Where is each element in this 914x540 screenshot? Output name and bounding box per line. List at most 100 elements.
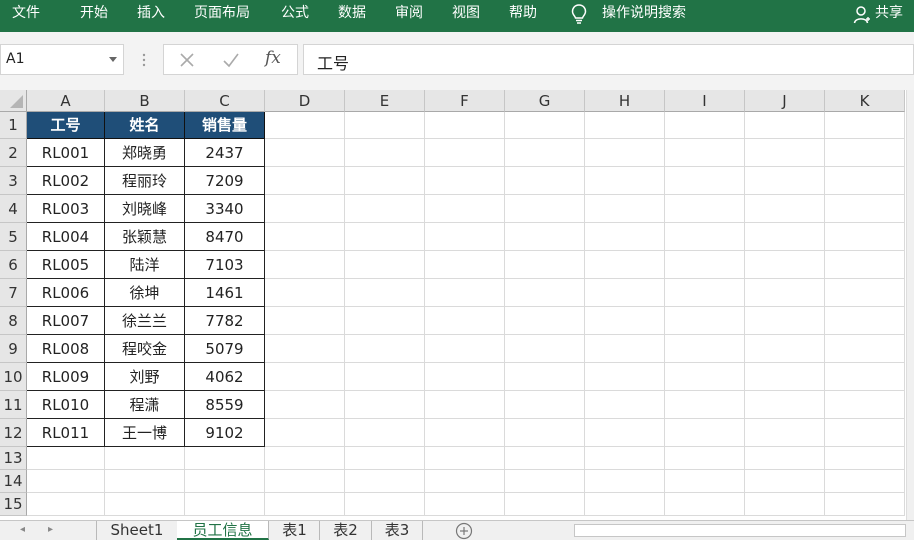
cell-j5[interactable] xyxy=(745,223,825,251)
chevron-down-icon[interactable] xyxy=(109,57,117,62)
cell-a14[interactable] xyxy=(27,470,105,493)
cell-k7[interactable] xyxy=(825,279,905,307)
cell-h5[interactable] xyxy=(585,223,665,251)
cell-j4[interactable] xyxy=(745,195,825,223)
cell-b13[interactable] xyxy=(105,447,185,470)
cell-i12[interactable] xyxy=(665,419,745,447)
cell-e12[interactable] xyxy=(345,419,425,447)
cell-d10[interactable] xyxy=(265,363,345,391)
cell-i2[interactable] xyxy=(665,139,745,167)
cell-a9[interactable]: RL008 xyxy=(27,335,105,363)
tab-help[interactable]: 帮助 xyxy=(509,4,537,22)
cell-e1[interactable] xyxy=(345,112,425,139)
enter-check-icon[interactable] xyxy=(220,49,242,71)
cell-c8[interactable]: 7782 xyxy=(185,307,265,335)
cell-a2[interactable]: RL001 xyxy=(27,139,105,167)
cell-b8[interactable]: 徐兰兰 xyxy=(105,307,185,335)
cell-i5[interactable] xyxy=(665,223,745,251)
sheet-tab-employee-info[interactable]: 员工信息 xyxy=(177,521,269,540)
column-header-f[interactable]: F xyxy=(425,90,505,112)
cell-a4[interactable]: RL003 xyxy=(27,195,105,223)
cell-b9[interactable]: 程咬金 xyxy=(105,335,185,363)
cell-k8[interactable] xyxy=(825,307,905,335)
cell-h9[interactable] xyxy=(585,335,665,363)
cell-d14[interactable] xyxy=(265,470,345,493)
cell-e10[interactable] xyxy=(345,363,425,391)
cell-g15[interactable] xyxy=(505,493,585,516)
cell-a3[interactable]: RL002 xyxy=(27,167,105,195)
cell-j15[interactable] xyxy=(745,493,825,516)
cell-d7[interactable] xyxy=(265,279,345,307)
cell-d3[interactable] xyxy=(265,167,345,195)
cell-j9[interactable] xyxy=(745,335,825,363)
row-header-8[interactable]: 8 xyxy=(0,307,27,335)
cell-j1[interactable] xyxy=(745,112,825,139)
cell-g4[interactable] xyxy=(505,195,585,223)
cell-k15[interactable] xyxy=(825,493,905,516)
cell-b1[interactable]: 姓名 xyxy=(105,112,185,139)
next-sheet-icon[interactable]: ▸ xyxy=(48,524,53,535)
cell-g12[interactable] xyxy=(505,419,585,447)
cell-d11[interactable] xyxy=(265,391,345,419)
cell-h10[interactable] xyxy=(585,363,665,391)
tab-file[interactable]: 文件 xyxy=(12,4,40,22)
cell-d1[interactable] xyxy=(265,112,345,139)
cell-b14[interactable] xyxy=(105,470,185,493)
cell-g11[interactable] xyxy=(505,391,585,419)
cell-g6[interactable] xyxy=(505,251,585,279)
cell-h15[interactable] xyxy=(585,493,665,516)
column-header-c[interactable]: C xyxy=(185,90,265,112)
column-header-k[interactable]: K xyxy=(825,90,905,112)
cell-e15[interactable] xyxy=(345,493,425,516)
cell-h3[interactable] xyxy=(585,167,665,195)
share-button[interactable]: 共享 xyxy=(875,4,903,22)
cell-e2[interactable] xyxy=(345,139,425,167)
row-header-5[interactable]: 5 xyxy=(0,223,27,251)
cell-i14[interactable] xyxy=(665,470,745,493)
cell-c5[interactable]: 8470 xyxy=(185,223,265,251)
cell-j13[interactable] xyxy=(745,447,825,470)
cell-h8[interactable] xyxy=(585,307,665,335)
cell-a10[interactable]: RL009 xyxy=(27,363,105,391)
cell-b7[interactable]: 徐坤 xyxy=(105,279,185,307)
cell-k10[interactable] xyxy=(825,363,905,391)
cell-b10[interactable]: 刘野 xyxy=(105,363,185,391)
name-box[interactable]: A1 xyxy=(0,44,124,75)
row-header-2[interactable]: 2 xyxy=(0,139,27,167)
cell-c10[interactable]: 4062 xyxy=(185,363,265,391)
cell-f8[interactable] xyxy=(425,307,505,335)
insert-function-button[interactable]: fx xyxy=(265,48,281,68)
cell-a13[interactable] xyxy=(27,447,105,470)
cell-i13[interactable] xyxy=(665,447,745,470)
row-header-13[interactable]: 13 xyxy=(0,447,27,470)
row-header-3[interactable]: 3 xyxy=(0,167,27,195)
cell-k9[interactable] xyxy=(825,335,905,363)
cell-g8[interactable] xyxy=(505,307,585,335)
select-all-button[interactable] xyxy=(0,90,27,112)
cell-i10[interactable] xyxy=(665,363,745,391)
cell-k14[interactable] xyxy=(825,470,905,493)
column-header-j[interactable]: J xyxy=(745,90,825,112)
cell-e6[interactable] xyxy=(345,251,425,279)
cell-e9[interactable] xyxy=(345,335,425,363)
formula-input[interactable]: 工号 xyxy=(303,44,914,75)
cell-j12[interactable] xyxy=(745,419,825,447)
cell-c15[interactable] xyxy=(185,493,265,516)
cell-k11[interactable] xyxy=(825,391,905,419)
row-header-10[interactable]: 10 xyxy=(0,363,27,391)
cell-f3[interactable] xyxy=(425,167,505,195)
cell-j14[interactable] xyxy=(745,470,825,493)
cell-j7[interactable] xyxy=(745,279,825,307)
cell-f2[interactable] xyxy=(425,139,505,167)
tab-home[interactable]: 开始 xyxy=(80,4,108,22)
cell-i8[interactable] xyxy=(665,307,745,335)
drag-handle-icon[interactable] xyxy=(140,50,148,70)
row-header-12[interactable]: 12 xyxy=(0,419,27,447)
cell-k6[interactable] xyxy=(825,251,905,279)
sheet-tab-sheet1[interactable]: Sheet1 xyxy=(96,521,178,540)
row-header-14[interactable]: 14 xyxy=(0,470,27,493)
cell-i9[interactable] xyxy=(665,335,745,363)
cell-f10[interactable] xyxy=(425,363,505,391)
cell-f13[interactable] xyxy=(425,447,505,470)
cell-j3[interactable] xyxy=(745,167,825,195)
